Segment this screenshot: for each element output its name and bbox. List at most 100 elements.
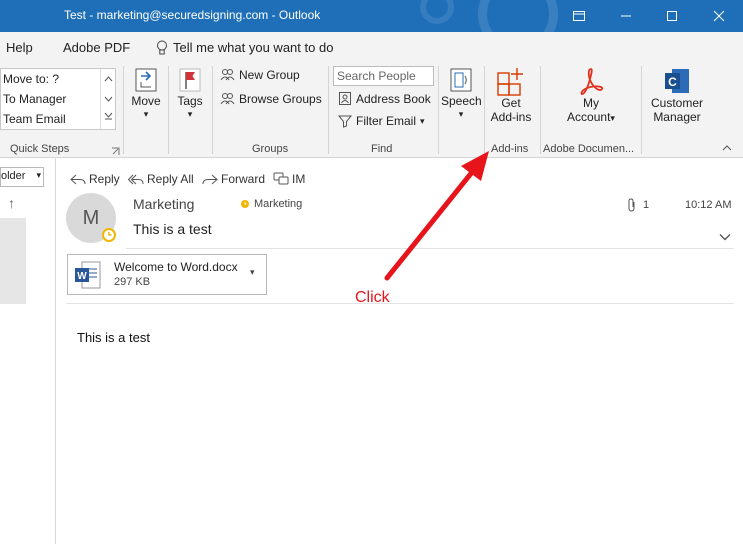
ribbon: Move to: ? To Manager Team Email Quick S… <box>0 62 743 158</box>
close-icon[interactable] <box>696 0 742 32</box>
folder-row[interactable] <box>0 218 26 242</box>
paperclip-icon <box>628 198 635 212</box>
title-bar-decoration <box>478 0 558 32</box>
folder-filter-dropdown[interactable]: older ▾ <box>0 167 44 187</box>
restore-ribbon-icon[interactable] <box>556 0 602 32</box>
separator <box>328 66 329 154</box>
reading-pane <box>56 158 743 544</box>
folder-filter-label: older <box>1 170 26 182</box>
word-document-icon: W <box>75 261 101 289</box>
my-account-line2-row: Account▾ <box>558 110 624 124</box>
move-button[interactable]: Move ▾ <box>128 66 164 120</box>
chevron-down-icon[interactable]: ▾ <box>250 267 255 278</box>
customer-manager-button[interactable]: C Customer Manager <box>645 66 709 124</box>
sender-name[interactable]: Marketing <box>133 196 194 212</box>
attachment-name: Welcome to Word.docx <box>114 260 238 274</box>
divider <box>66 303 734 304</box>
get-add-ins-button[interactable]: Get Add-ins <box>486 66 536 124</box>
title-bar: Test - marketing@securedsigning.com - Ou… <box>0 0 743 32</box>
quick-steps-scroll[interactable] <box>100 69 115 129</box>
search-people-input[interactable]: Search People <box>333 66 434 86</box>
attachment-indicator: 1 <box>627 198 649 212</box>
lightbulb-icon <box>157 40 167 55</box>
speech-button[interactable]: Speech ▾ <box>441 66 482 120</box>
my-account-line2: Account <box>567 110 611 124</box>
group-label-add-ins: Add-ins <box>491 143 529 155</box>
quick-steps-gallery: Move to: ? To Manager Team Email <box>0 68 116 130</box>
flag-icon <box>179 68 201 92</box>
quick-step-team-email[interactable]: Team Email <box>3 112 66 126</box>
my-account-button[interactable]: My Account▾ <box>558 66 624 124</box>
filter-icon <box>338 115 352 128</box>
chevron-down-icon: ▾ <box>458 109 464 119</box>
recipient-name: Marketing <box>254 198 303 210</box>
customer-manager-line2: Manager <box>653 110 701 124</box>
forward-icon <box>202 174 218 185</box>
browse-groups-label: Browse Groups <box>239 92 322 106</box>
new-group-button[interactable]: New Group <box>220 68 300 82</box>
folder-row-selected[interactable] <box>0 242 26 304</box>
separator <box>641 66 642 154</box>
quick-step-to-manager[interactable]: To Manager <box>3 92 66 106</box>
menu-help[interactable]: Help <box>6 40 33 55</box>
im-button[interactable]: IM <box>273 172 305 186</box>
speech-icon <box>450 68 472 92</box>
menu-bar: Help Adobe PDF Tell me what you want to … <box>0 32 743 62</box>
tell-me-label: Tell me what you want to do <box>173 40 334 55</box>
reply-label: Reply <box>89 172 120 186</box>
dialog-launcher-icon[interactable] <box>111 145 121 155</box>
chevron-down-icon: ▾ <box>36 170 41 180</box>
chat-bubbles-icon <box>273 172 289 185</box>
tags-button[interactable]: Tags ▾ <box>172 66 208 120</box>
get-add-ins-line2: Add-ins <box>490 110 532 124</box>
message-time: 10:12 AM <box>685 199 732 211</box>
gallery-arrows-icon <box>104 76 113 120</box>
message-body: This is a test <box>77 330 150 345</box>
attachment-card[interactable]: W Welcome to Word.docx 297 KB ▾ <box>67 254 267 295</box>
customer-manager-line1: Customer <box>650 96 703 110</box>
annotation-label: Click <box>355 289 390 306</box>
adobe-acrobat-icon <box>580 68 604 95</box>
new-group-label: New Group <box>239 68 300 82</box>
menu-adobe-pdf[interactable]: Adobe PDF <box>63 40 130 55</box>
move-icon <box>135 68 157 92</box>
tags-label: Tags <box>177 94 203 108</box>
quick-step-move-to[interactable]: Move to: ? <box>3 72 59 86</box>
separator <box>123 66 124 154</box>
collapse-ribbon-icon[interactable] <box>722 144 732 155</box>
address-book-label: Address Book <box>356 91 431 106</box>
tell-me-search[interactable]: Tell me what you want to do <box>156 40 333 55</box>
address-book-button[interactable]: Address Book <box>338 91 431 106</box>
chevron-down-icon: ▾ <box>610 113 615 123</box>
reply-all-icon <box>128 174 144 185</box>
reply-all-label: Reply All <box>147 172 194 186</box>
presence-away-icon <box>102 228 116 242</box>
recipient[interactable]: Marketing <box>240 198 302 210</box>
expand-header-icon[interactable] <box>719 230 731 244</box>
maximize-icon[interactable] <box>649 0 695 32</box>
filter-email-button[interactable]: Filter Email ▾ <box>338 114 425 128</box>
title-bar-decoration <box>420 0 454 24</box>
move-label: Move <box>131 94 161 108</box>
minimize-icon[interactable] <box>603 0 649 32</box>
separator <box>212 66 213 154</box>
browse-groups-icon <box>220 93 235 105</box>
address-book-icon <box>339 92 351 105</box>
reply-all-button[interactable]: Reply All <box>128 172 194 186</box>
browse-groups-button[interactable]: Browse Groups <box>220 92 322 106</box>
message-subject: This is a test <box>133 221 212 237</box>
sort-arrow-up-icon[interactable]: ↑ <box>8 195 15 211</box>
chevron-down-icon: ▾ <box>187 109 193 119</box>
attachment-count: 1 <box>643 199 650 211</box>
svg-text:C: C <box>668 75 677 89</box>
separator <box>168 66 169 154</box>
reply-icon <box>70 174 86 185</box>
get-add-ins-line1: Get <box>501 96 521 110</box>
forward-label: Forward <box>221 172 266 186</box>
add-ins-grid-icon <box>497 68 523 96</box>
group-label-adobe: Adobe Documen... <box>543 143 635 155</box>
filter-email-label: Filter Email <box>356 114 417 128</box>
attachment-size: 297 KB <box>114 276 151 288</box>
reply-button[interactable]: Reply <box>70 172 120 186</box>
forward-button[interactable]: Forward <box>202 172 265 186</box>
